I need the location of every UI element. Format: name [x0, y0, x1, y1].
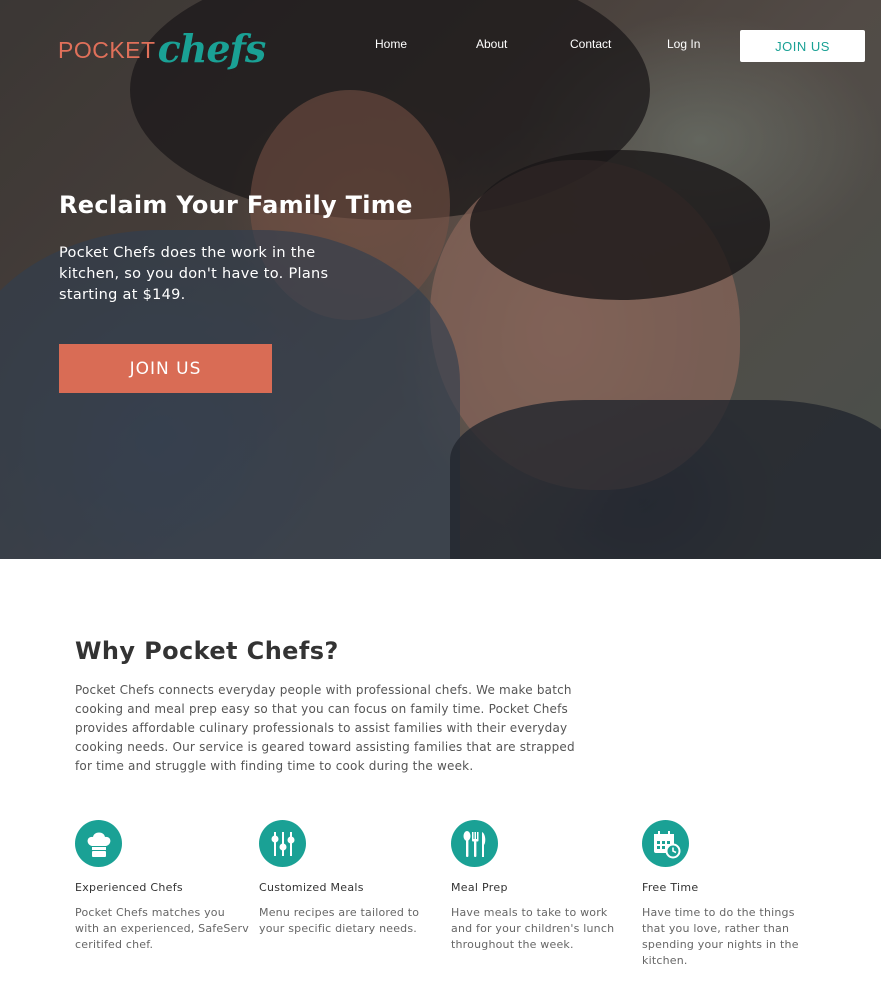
nav-contact-link[interactable]: Contact	[570, 37, 611, 51]
hero-text: Pocket Chefs does the work in the kitche…	[59, 245, 329, 303]
hero-title: Reclaim Your Family Time	[59, 191, 413, 219]
hero-join-button[interactable]: JOIN US	[59, 344, 272, 393]
feature-free-time: Free Time Have time to do the things tha…	[642, 820, 817, 969]
main-nav: Home About Contact Log In JOIN US	[0, 0, 881, 90]
calendar-clock-icon	[642, 820, 689, 867]
nav-join-button[interactable]: JOIN US	[740, 30, 865, 62]
feature-meal-prep: Meal Prep Have meals to take to work and…	[451, 820, 626, 953]
sliders-icon	[259, 820, 306, 867]
feature-title: Customized Meals	[259, 881, 364, 894]
hero-section: POCKET chefs Home About Contact Log In J…	[0, 0, 881, 559]
nav-home-link[interactable]: Home	[375, 37, 407, 51]
nav-login-link[interactable]: Log In	[667, 37, 700, 51]
feature-title: Free Time	[642, 881, 699, 894]
feature-description: Menu recipes are tailored to your specif…	[259, 906, 420, 935]
hero-photo-child-hair	[470, 150, 770, 300]
hero-photo-child-head	[430, 160, 740, 490]
feature-experienced-chefs: Experienced Chefs Pocket Chefs matches y…	[75, 820, 250, 953]
feature-description: Have time to do the things that you love…	[642, 906, 799, 967]
utensils-icon	[451, 820, 498, 867]
nav-about-link[interactable]: About	[476, 37, 507, 51]
feature-customized-meals: Customized Meals Menu recipes are tailor…	[259, 820, 434, 937]
feature-description: Pocket Chefs matches you with an experie…	[75, 906, 249, 951]
chef-hat-icon	[75, 820, 122, 867]
feature-description: Have meals to take to work and for your …	[451, 906, 615, 951]
why-text: Pocket Chefs connects everyday people wi…	[75, 683, 575, 773]
feature-title: Experienced Chefs	[75, 881, 183, 894]
hero-photo-child-shirt	[450, 400, 881, 559]
why-title: Why Pocket Chefs?	[75, 637, 339, 665]
feature-title: Meal Prep	[451, 881, 508, 894]
